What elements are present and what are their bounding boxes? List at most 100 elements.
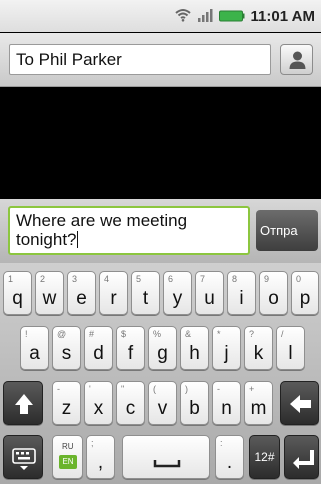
key-label: m [250,398,267,419]
key-m[interactable]: + m [244,381,273,425]
language-secondary-label: RU [62,442,74,451]
key-sub-label: 6 [168,274,174,284]
battery-icon [218,7,245,26]
status-time: 11:01 AM [250,8,315,25]
key-i[interactable]: 8i [227,271,256,315]
message-text: Where are we meeting tonight? [16,211,188,249]
key-z[interactable]: -z [52,381,81,425]
key-h[interactable]: & h [180,326,209,370]
key-label: , [97,452,104,473]
key-label: w [42,288,57,309]
key-sub-label: ! [25,329,28,339]
key-sub-label: - [217,384,220,394]
key-sub-label: - [57,384,60,394]
key-a[interactable]: ! a [20,326,49,370]
key-label: y [172,288,183,309]
language-active-badge: EN [59,455,77,469]
compose-row: Where are we meeting tonight? Отпра [0,199,321,263]
key-x[interactable]: ' x [84,381,113,425]
key-q[interactable]: 1q [3,271,32,315]
key-b[interactable]: ) b [180,381,209,425]
key-sub-label: & [185,329,192,339]
language-switch-key[interactable]: RU EN [52,435,83,479]
key-label: . [226,452,233,473]
key-sub-label: # [89,329,95,339]
key-sub-label: / [281,329,284,339]
keyboard-icon [4,448,44,484]
key-sub-label: % [153,329,162,339]
key-label: j [224,343,229,364]
shift-key[interactable] [3,381,43,425]
recipient-row: To Phil Parker [0,33,321,87]
key-sub-label: 9 [264,274,270,284]
add-contact-button[interactable] [280,44,313,75]
key-r[interactable]: 4r [99,271,128,315]
enter-key[interactable] [284,435,319,479]
key-sub-label: 7 [200,274,206,284]
key-label: f [127,343,134,364]
status-icons: 11:01 AM [174,7,315,26]
key-j[interactable]: * j [212,326,241,370]
symbols-key-label: 12# [254,450,275,464]
key-label: v [157,398,168,419]
backspace-key[interactable] [280,381,319,425]
message-input[interactable]: Where are we meeting tonight? [8,206,250,255]
key-sub-label: @ [57,329,67,339]
signal-icon [197,7,213,26]
key-label: t [142,288,149,309]
space-bar-icon [123,460,211,484]
key-u[interactable]: 7u [195,271,224,315]
key-n[interactable]: -n [212,381,241,425]
key-sub-label: ' [89,384,91,394]
key-label: q [12,288,23,309]
key-label: d [93,343,104,364]
key-s[interactable]: @ s [52,326,81,370]
key-f[interactable]: $ f [116,326,145,370]
key-o[interactable]: 9o [259,271,288,315]
wifi-icon [174,7,191,26]
key-label: u [204,288,215,309]
key-y[interactable]: 6y [163,271,192,315]
hide-keyboard-key[interactable] [3,435,43,479]
key-label: h [189,343,200,364]
space-key[interactable] [122,435,210,479]
key-sub-label: 3 [72,274,78,284]
key-g[interactable]: % g [148,326,177,370]
key-w[interactable]: 2w [35,271,64,315]
period-key[interactable]: :. [215,435,244,479]
key-t[interactable]: 5t [131,271,160,315]
key-sub-label: ( [153,384,156,394]
key-label: b [189,398,200,419]
key-v[interactable]: (v [148,381,177,425]
key-sub-label: " [121,384,125,394]
key-label: z [61,398,72,419]
key-label: g [157,343,168,364]
key-label: e [76,288,87,309]
symbols-key[interactable]: 12# [249,435,280,479]
key-p[interactable]: 0p [291,271,319,315]
key-c[interactable]: " c [116,381,145,425]
key-label: o [268,288,279,309]
key-sub-label: + [249,384,255,394]
text-caret [76,231,78,248]
recipient-field[interactable]: To Phil Parker [9,44,271,75]
key-label: c [125,398,136,419]
key-label: a [29,343,40,364]
key-label: x [93,398,104,419]
key-sub-label: 4 [104,274,110,284]
key-e[interactable]: 3e [67,271,96,315]
send-button[interactable]: Отпра [256,210,318,251]
key-sub-label: 0 [296,274,302,284]
key-l[interactable]: / l [276,326,305,370]
key-label: n [221,398,232,419]
key-sub-label: 5 [136,274,142,284]
comma-key[interactable]: ;, [86,435,115,479]
key-sub-label: 2 [40,274,46,284]
key-label: k [253,343,264,364]
key-sub-label: 8 [232,274,238,284]
key-label: i [239,288,244,309]
key-sub-label: $ [121,329,127,339]
key-d[interactable]: # d [84,326,113,370]
status-bar: 11:01 AM [0,0,321,32]
key-k[interactable]: ? k [244,326,273,370]
